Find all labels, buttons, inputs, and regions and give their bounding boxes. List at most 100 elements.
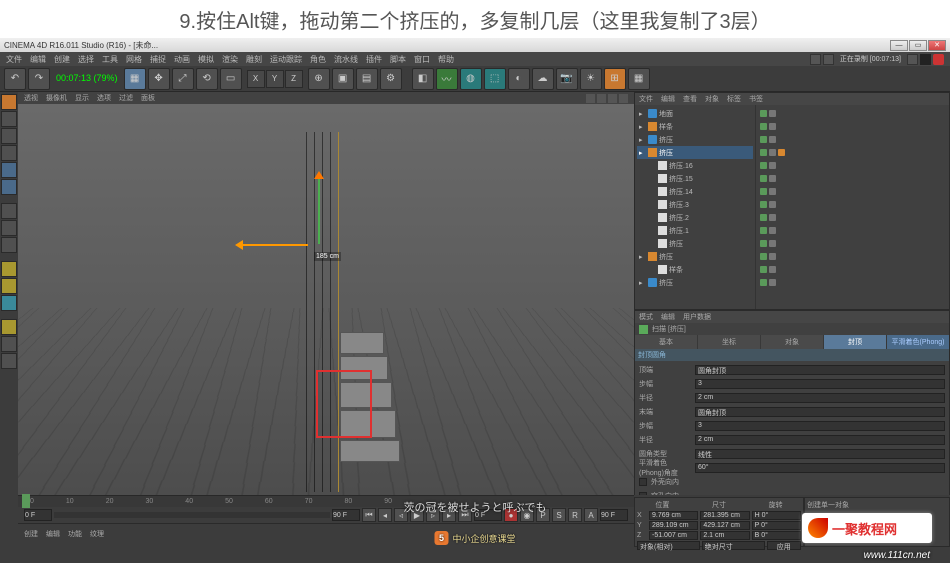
visibility-dot[interactable]	[760, 123, 767, 130]
panel-menu-item[interactable]: 查看	[683, 94, 697, 104]
light-button[interactable]: ☀	[580, 68, 602, 90]
snap-button[interactable]	[1, 203, 17, 219]
visibility-dot[interactable]	[760, 175, 767, 182]
minimize-button[interactable]: —	[890, 40, 908, 51]
visibility-dot[interactable]	[760, 136, 767, 143]
menu-item[interactable]: 文件	[6, 54, 22, 65]
object-tree-item[interactable]: ▸样条	[637, 120, 753, 133]
menu-item[interactable]: 选择	[78, 54, 94, 65]
perspective-viewport[interactable]: 185 cm 网格间距: 100 cm	[18, 104, 634, 529]
menu-item[interactable]: 流水线	[334, 54, 358, 65]
menu-item[interactable]: 窗口	[414, 54, 430, 65]
snap2-button[interactable]	[1, 278, 17, 294]
visibility-dot[interactable]	[769, 123, 776, 130]
recent-tool[interactable]: ▭	[220, 68, 242, 90]
gizmo-y-arrow[interactable]	[318, 174, 320, 244]
visibility-dot[interactable]	[760, 110, 767, 117]
menu-item[interactable]: 工具	[102, 54, 118, 65]
visibility-dot[interactable]	[760, 162, 767, 169]
scale-tool[interactable]: ⤢	[172, 68, 194, 90]
edge-mode-button[interactable]	[1, 162, 17, 178]
panel-menu-item[interactable]: 文件	[639, 94, 653, 104]
mograph-button[interactable]: ⊞	[604, 68, 626, 90]
lock-button[interactable]	[1, 237, 17, 253]
axis-y-button[interactable]: Y	[266, 70, 284, 88]
tool-button[interactable]: ▦	[628, 68, 650, 90]
tree-expand-icon[interactable]: ▸	[639, 253, 646, 261]
panel-menu-item[interactable]: 标签	[727, 94, 741, 104]
visibility-dot[interactable]	[769, 110, 776, 117]
vp-config-icon[interactable]	[619, 94, 628, 103]
visibility-dot[interactable]	[769, 201, 776, 208]
visibility-dot[interactable]	[760, 279, 767, 286]
maximize-button[interactable]: ▭	[909, 40, 927, 51]
coord-system-button[interactable]: ⊕	[308, 68, 330, 90]
attribute-tab[interactable]: 坐标	[698, 335, 760, 349]
generator-button[interactable]: ◍	[460, 68, 482, 90]
visibility-dot[interactable]	[769, 266, 776, 273]
misc-button[interactable]	[1, 295, 17, 311]
menu-item[interactable]: 捕捉	[150, 54, 166, 65]
panel-menu-item[interactable]: 创建	[24, 529, 38, 539]
point-mode-button[interactable]	[1, 145, 17, 161]
pencil-icon[interactable]	[907, 54, 918, 65]
layout-icon[interactable]	[823, 54, 834, 65]
spline-button[interactable]: 〰	[436, 68, 458, 90]
menu-item[interactable]: 帮助	[438, 54, 454, 65]
object-tree-item[interactable]: ▸地面	[637, 107, 753, 120]
object-tree-item[interactable]: 挤压.15	[637, 172, 753, 185]
axis-x-button[interactable]: X	[247, 70, 265, 88]
workplane2-button[interactable]	[1, 220, 17, 236]
panel-menu-item[interactable]: 编辑	[46, 529, 60, 539]
vp-config-icon[interactable]	[608, 94, 617, 103]
record-button[interactable]	[933, 54, 944, 65]
viewport-menu-item[interactable]: 透视	[24, 93, 38, 103]
attribute-tab[interactable]: 平滑着色(Phong)	[887, 335, 949, 349]
coord-size-field[interactable]: 429.127 cm	[700, 521, 749, 530]
coord-size-field[interactable]: 2.1 cm	[700, 531, 749, 540]
tree-expand-icon[interactable]: ▸	[639, 110, 646, 118]
viewport-menu-item[interactable]: 面板	[141, 93, 155, 103]
visibility-dot[interactable]	[760, 188, 767, 195]
panel-menu-item[interactable]: 纹理	[90, 529, 104, 539]
cube-primitive-button[interactable]: ◧	[412, 68, 434, 90]
viewport-menu-item[interactable]: 过滤	[119, 93, 133, 103]
tree-expand-icon[interactable]: ▸	[639, 149, 646, 157]
close-button[interactable]: ✕	[928, 40, 946, 51]
attribute-tab[interactable]: 基本	[635, 335, 697, 349]
visibility-dot[interactable]	[769, 279, 776, 286]
panel-menu-item[interactable]: 编辑	[661, 94, 675, 104]
snap4-button[interactable]	[1, 336, 17, 352]
visibility-dot[interactable]	[760, 240, 767, 247]
viewport-menu-item[interactable]: 显示	[75, 93, 89, 103]
axis-z-button[interactable]: Z	[285, 70, 303, 88]
attribute-tab[interactable]: 对象	[761, 335, 823, 349]
object-tree-item[interactable]: 挤压.16	[637, 159, 753, 172]
attr-field[interactable]: 2 cm	[695, 393, 945, 403]
render-button[interactable]: ▣	[332, 68, 354, 90]
visibility-dot[interactable]	[769, 227, 776, 234]
visibility-dot[interactable]	[760, 201, 767, 208]
visibility-dot[interactable]	[760, 266, 767, 273]
visibility-dot[interactable]	[769, 149, 776, 156]
attr-field[interactable]: 线性	[695, 449, 945, 459]
snap-settings-button[interactable]	[1, 261, 17, 277]
object-tree-item[interactable]: ▸挤压	[637, 133, 753, 146]
visibility-dot[interactable]	[760, 227, 767, 234]
attr-field[interactable]: 3	[695, 421, 945, 431]
visibility-dot[interactable]	[760, 149, 767, 156]
visibility-dot[interactable]	[769, 175, 776, 182]
visibility-dot[interactable]	[769, 136, 776, 143]
attribute-tab[interactable]: 封顶	[824, 335, 886, 349]
menu-item[interactable]: 插件	[366, 54, 382, 65]
visibility-dot[interactable]	[769, 214, 776, 221]
panel-menu-item[interactable]: 功能	[68, 529, 82, 539]
object-tree-item[interactable]: 样条	[637, 263, 753, 276]
panel-menu-item[interactable]: 模式	[639, 312, 653, 322]
generator2-button[interactable]: ⬚	[484, 68, 506, 90]
attr-field[interactable]: 3	[695, 379, 945, 389]
undo-button[interactable]: ↶	[4, 68, 26, 90]
object-tree-item[interactable]: 挤压	[637, 237, 753, 250]
vp-config-icon[interactable]	[597, 94, 606, 103]
coord-rot-field[interactable]: B 0°	[752, 531, 801, 540]
